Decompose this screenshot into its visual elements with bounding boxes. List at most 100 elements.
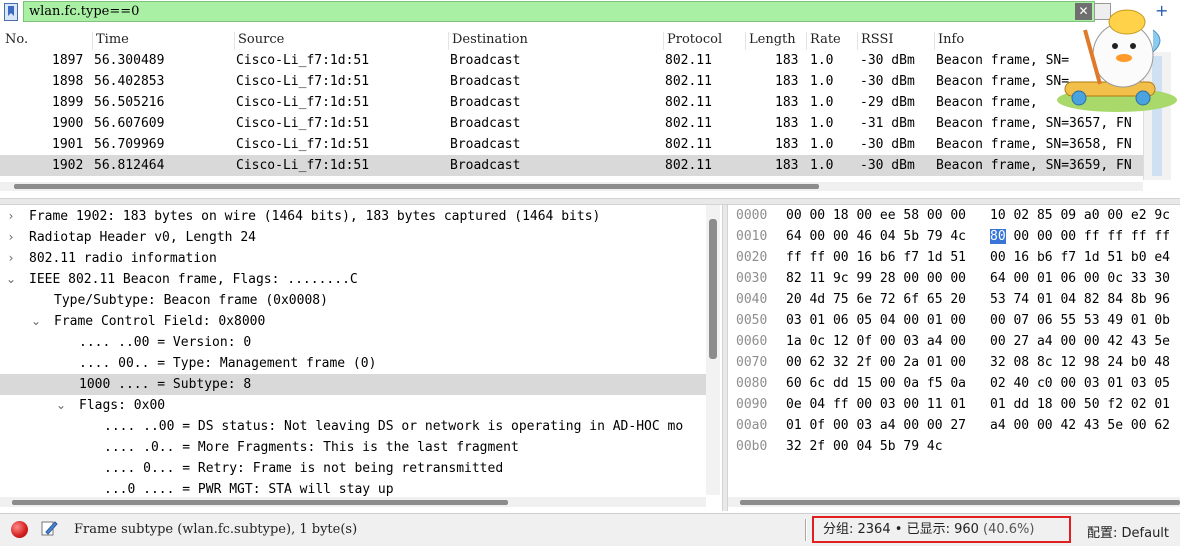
packet-list-pane: No. Time Source Destination Protocol Length Ra… <box>0 28 1180 196</box>
bytes-horizontal-scrollbar[interactable] <box>728 497 1180 507</box>
hex-bytes-first-half[interactable]: 03 01 06 05 04 00 01 00 <box>786 310 966 331</box>
hex-bytes-second-half[interactable]: 00 07 06 55 53 49 01 0b <box>990 310 1170 331</box>
packet-cell-time: 56.607609 <box>94 116 165 131</box>
scrollbar-thumb[interactable] <box>740 500 1180 505</box>
packet-cell-no: 1897 <box>52 53 84 68</box>
hex-bytes-first-half[interactable]: 64 00 00 46 04 5b 79 4c <box>786 226 966 247</box>
hex-row: 00a0 01 0f 00 03 a4 00 00 27 a4 00 00 42 4… <box>728 415 1180 436</box>
hex-bytes-first-half[interactable]: 00 62 32 2f 00 2a 01 00 <box>786 352 966 373</box>
packet-cell-length: 183 <box>775 95 799 110</box>
display-filter-input[interactable]: wlan.fc.type==0 <box>23 1 1095 22</box>
column-header-protocol[interactable]: Protocol <box>663 32 722 50</box>
hex-bytes-first-half[interactable]: 20 4d 75 6e 72 6f 65 20 <box>786 289 966 310</box>
details-horizontal-scrollbar[interactable] <box>0 497 706 507</box>
hex-bytes-first-half[interactable]: 01 0f 00 03 a4 00 00 27 <box>786 415 966 436</box>
packet-row[interactable]: 1902 56.812464 Cisco-Li_f7:1d:51 Broadcast 8… <box>0 155 1143 176</box>
detail-tree-item[interactable]: .... ..00 = Version: 0 <box>0 332 708 353</box>
column-header-rssi[interactable]: RSSI <box>857 32 894 50</box>
detail-tree-item[interactable]: › 802.11 radio information <box>0 248 708 269</box>
hex-bytes-second-half[interactable]: 10 02 85 09 a0 00 e2 9c <box>990 205 1170 226</box>
bullet-separator: • <box>894 522 903 537</box>
bookmark-filter-icon[interactable] <box>4 3 18 21</box>
packet-row[interactable]: 1900 56.607609 Cisco-Li_f7:1d:51 Broadcast 8… <box>0 113 1143 134</box>
hex-bytes-second-half[interactable]: 00 27 a4 00 00 42 43 5e <box>990 331 1170 352</box>
column-header-destination[interactable]: Destination <box>448 32 528 50</box>
packet-row[interactable]: 1899 56.505216 Cisco-Li_f7:1d:51 Broadcast 8… <box>0 92 1143 113</box>
column-header-no[interactable]: No. <box>2 32 28 50</box>
hex-bytes-first-half[interactable]: 00 00 18 00 ee 58 00 00 <box>786 205 966 226</box>
detail-tree-item[interactable]: ⌄ IEEE 802.11 Beacon frame, Flags: ......… <box>0 269 708 290</box>
detail-tree-item[interactable]: ⌄ Flags: 0x00 <box>0 395 708 416</box>
packet-details-pane: › Frame 1902: 183 bytes on wire (1464 bit… <box>0 205 722 511</box>
hex-offset: 0050 <box>736 313 768 328</box>
hex-bytes-second-half[interactable]: 80 00 00 00 ff ff ff ff <box>990 226 1170 247</box>
edit-comment-icon[interactable] <box>40 519 58 537</box>
column-header-source[interactable]: Source <box>234 32 284 50</box>
column-header-info[interactable]: Info <box>934 32 964 50</box>
column-header-rate[interactable]: Rate <box>806 32 841 50</box>
collapse-arrow-icon[interactable]: ⌄ <box>4 269 18 290</box>
collapse-arrow-icon[interactable]: ⌄ <box>54 395 68 416</box>
packet-cell-protocol: 802.11 <box>665 95 712 110</box>
scrollbar-thumb[interactable] <box>12 500 508 505</box>
detail-tree-item[interactable]: › Frame 1902: 183 bytes on wire (1464 bit… <box>0 206 708 227</box>
detail-tree-item[interactable]: 1000 .... = Subtype: 8 <box>0 374 708 395</box>
packet-row[interactable]: 1897 56.300489 Cisco-Li_f7:1d:51 Broadcast 8… <box>0 50 1143 71</box>
detail-tree-item[interactable]: .... ..00 = DS status: Not leaving DS or… <box>0 416 708 437</box>
detail-tree-item[interactable]: .... .0.. = More Fragments: This is the … <box>0 437 708 458</box>
detail-tree-item[interactable]: ⌄ Frame Control Field: 0x8000 <box>0 311 708 332</box>
hex-bytes-first-half[interactable]: 0e 04 ff 00 03 00 11 01 <box>786 394 966 415</box>
column-header-time[interactable]: Time <box>92 32 129 50</box>
expand-arrow-icon[interactable]: › <box>4 206 18 227</box>
detail-text: .... ..00 = DS status: Not leaving DS or… <box>104 419 684 434</box>
hex-offset: 0080 <box>736 376 768 391</box>
packet-cell-protocol: 802.11 <box>665 158 712 173</box>
expert-info-led-icon[interactable] <box>11 521 28 538</box>
hex-bytes-second-half[interactable]: 64 00 01 06 00 0c 33 30 <box>990 268 1170 289</box>
packet-list-header: No. Time Source Destination Protocol Length Ra… <box>0 28 1180 52</box>
packet-cell-destination: Broadcast <box>450 53 521 68</box>
packet-cell-destination: Broadcast <box>450 158 521 173</box>
hex-bytes-second-half[interactable]: 02 40 c0 00 03 01 03 05 <box>990 373 1170 394</box>
packet-cell-time: 56.505216 <box>94 95 165 110</box>
hex-bytes-second-half[interactable]: 01 dd 18 00 50 f2 02 01 <box>990 394 1170 415</box>
hex-offset: 00b0 <box>736 439 768 454</box>
hex-bytes-first-half[interactable]: 1a 0c 12 0f 00 03 a4 00 <box>786 331 966 352</box>
collapse-arrow-icon[interactable]: ⌄ <box>29 311 43 332</box>
hex-bytes-first-half[interactable]: 32 2f 00 04 5b 79 4c <box>786 436 943 457</box>
hex-row: 0050 03 01 06 05 04 00 01 00 00 07 06 55 5… <box>728 310 1180 331</box>
detail-tree-item[interactable]: .... 00.. = Type: Management frame (0) <box>0 353 708 374</box>
packet-cell-source: Cisco-Li_f7:1d:51 <box>236 158 370 173</box>
hex-bytes-second-half[interactable]: 32 08 8c 12 98 24 b0 48 <box>990 352 1170 373</box>
column-header-length[interactable]: Length <box>745 32 796 50</box>
detail-text: IEEE 802.11 Beacon frame, Flags: .......… <box>29 272 358 287</box>
detail-tree-item[interactable]: Type/Subtype: Beacon frame (0x0008) <box>0 290 708 311</box>
packet-counts[interactable]: 分组: 2364 • 已显示: 960 (40.6%) <box>812 516 1071 543</box>
hex-bytes-first-half[interactable]: 82 11 9c 99 28 00 00 00 <box>786 268 966 289</box>
packet-cell-rate: 1.0 <box>810 74 834 89</box>
pane-splitter[interactable] <box>0 198 1180 205</box>
displayed-count-label: 已显示: 960 <box>906 522 979 537</box>
detail-tree-item[interactable]: › Radiotap Header v0, Length 24 <box>0 227 708 248</box>
detail-tree-item[interactable]: .... 0... = Retry: Frame is not being re… <box>0 458 708 479</box>
hex-bytes-first-half[interactable]: 60 6c dd 15 00 0a f5 0a <box>786 373 966 394</box>
hex-bytes-second-half[interactable]: 53 74 01 04 82 84 8b 96 <box>990 289 1170 310</box>
scrollbar-thumb[interactable] <box>709 219 717 359</box>
packet-list-horizontal-scrollbar[interactable] <box>0 182 1143 191</box>
profile-label[interactable]: 配置: Default <box>1087 522 1169 541</box>
packet-cell-rssi: -30 dBm <box>860 158 915 173</box>
expand-arrow-icon[interactable]: › <box>4 248 18 269</box>
expand-arrow-icon[interactable]: › <box>4 227 18 248</box>
packet-cell-info: Beacon frame, SN=3657, FN <box>936 116 1132 131</box>
packet-row[interactable]: 1898 56.402853 Cisco-Li_f7:1d:51 Broadcast 8… <box>0 71 1143 92</box>
packet-row[interactable]: 1901 56.709969 Cisco-Li_f7:1d:51 Broadcast 8… <box>0 134 1143 155</box>
packet-cell-rssi: -30 dBm <box>860 74 915 89</box>
hex-row: 0090 0e 04 ff 00 03 00 11 01 01 dd 18 00 5… <box>728 394 1180 415</box>
hex-bytes-second-half[interactable]: a4 00 00 42 43 5e 00 62 <box>990 415 1170 436</box>
scrollbar-thumb[interactable] <box>14 184 819 189</box>
details-vertical-scrollbar[interactable] <box>706 205 720 495</box>
highlighted-byte[interactable]: 80 <box>990 229 1006 244</box>
hex-bytes-first-half[interactable]: ff ff 00 16 b6 f7 1d 51 <box>786 247 966 268</box>
packet-cell-rssi: -29 dBm <box>860 95 915 110</box>
hex-bytes-second-half[interactable]: 00 16 b6 f7 1d 51 b0 e4 <box>990 247 1170 268</box>
